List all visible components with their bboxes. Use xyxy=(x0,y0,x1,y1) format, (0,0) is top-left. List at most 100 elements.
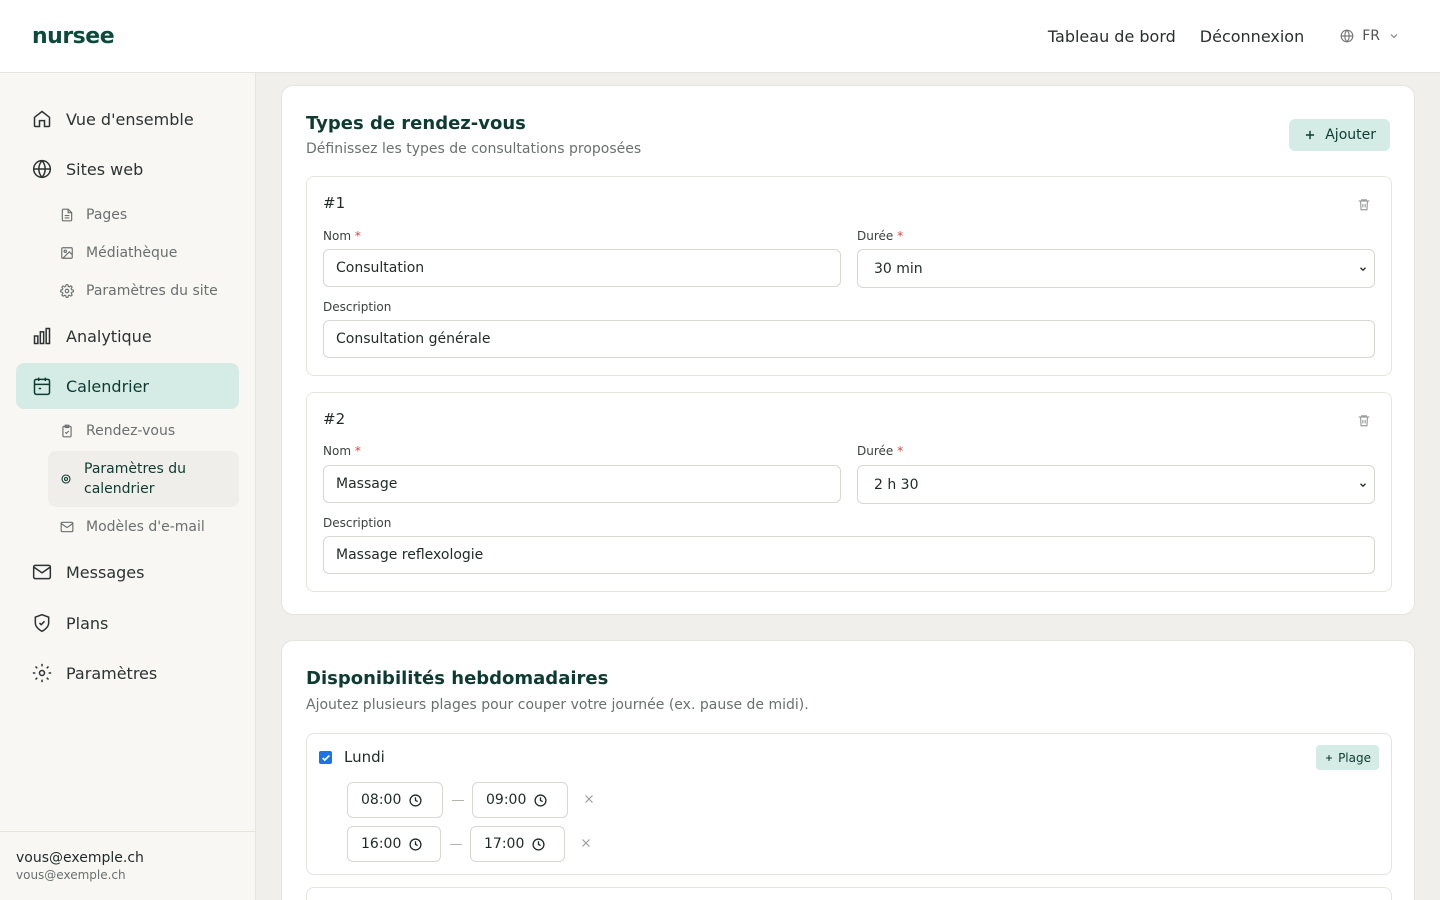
remove-slot-icon[interactable] xyxy=(583,793,595,805)
sidebar-item-label: Rendez-vous xyxy=(86,423,176,439)
slot-start-time[interactable]: 16:00 xyxy=(347,826,441,862)
time-value: 09:00 xyxy=(486,792,527,808)
availability-card: Disponibilités hebdomadaires Ajoutez plu… xyxy=(281,640,1415,900)
description-label: Description xyxy=(323,516,392,530)
image-icon xyxy=(61,247,73,259)
sidebar-item-appointments[interactable]: Rendez-vous xyxy=(48,414,239,448)
chevron-down-icon xyxy=(1390,34,1398,39)
appointment-type-item: #1 Nom * Consultation Durée * 30 min Des… xyxy=(306,176,1392,376)
logo[interactable]: nursee xyxy=(32,24,115,49)
duration-value: 30 min xyxy=(874,260,923,277)
sidebar-item-label: Messages xyxy=(66,562,145,582)
type-description-input[interactable]: Massage reflexologie xyxy=(323,536,1375,574)
appointment-types-subtitle: Définissez les types de consultations pr… xyxy=(306,141,642,157)
shield-icon xyxy=(34,613,50,633)
appointment-types-card: Types de rendez-vous Définissez les type… xyxy=(281,85,1415,615)
sidebar: Vue d'ensemble Sites web Pages Médiathèq… xyxy=(0,73,256,900)
sidebar-item-plans[interactable]: Plans xyxy=(16,600,239,646)
sidebar-item-label: Médiathèque xyxy=(86,245,178,261)
name-label: Nom * xyxy=(323,444,361,458)
type-duration-select[interactable]: 2 h 30 xyxy=(857,465,1375,504)
type-number: #2 xyxy=(323,410,346,428)
chevron-down-icon xyxy=(1360,267,1366,272)
range-separator xyxy=(450,844,462,845)
clock-icon xyxy=(532,837,545,851)
type-name-input[interactable]: Massage xyxy=(323,465,841,503)
gear-icon xyxy=(61,474,71,484)
availability-subtitle: Ajoutez plusieurs plages pour couper vot… xyxy=(306,697,809,713)
sidebar-item-media[interactable]: Médiathèque xyxy=(48,236,239,270)
add-slot-button[interactable]: Plage xyxy=(1316,745,1379,770)
name-label: Nom * xyxy=(323,229,361,243)
sidebar-item-label: Plans xyxy=(66,613,109,633)
day-checkbox[interactable] xyxy=(319,751,332,764)
add-type-label: Ajouter xyxy=(1325,127,1376,143)
sidebar-item-label: Paramètres xyxy=(66,663,158,683)
language-selector[interactable]: FR xyxy=(1340,28,1408,44)
day-row-monday: Lundi Plage 08:00 09:00 16:00 17:00 xyxy=(306,733,1392,875)
plus-icon xyxy=(1306,130,1315,140)
sidebar-item-analytics[interactable]: Analytique xyxy=(16,313,239,359)
clock-icon xyxy=(409,837,422,851)
slot-end-time[interactable]: 09:00 xyxy=(472,782,568,818)
clipboard-icon xyxy=(62,424,72,438)
time-value: 16:00 xyxy=(361,836,402,852)
sidebar-item-email-templates[interactable]: Modèles d'e-mail xyxy=(48,510,239,544)
sidebar-item-settings[interactable]: Paramètres xyxy=(16,650,239,696)
user-email: vous@exemple.ch xyxy=(16,850,144,866)
clock-icon xyxy=(409,793,422,807)
language-label: FR xyxy=(1362,28,1380,44)
clock-icon xyxy=(534,793,547,807)
type-number: #1 xyxy=(323,194,346,212)
top-bar: nursee Tableau de bord Déconnexion FR xyxy=(0,0,1440,73)
add-slot-label: Plage xyxy=(1338,750,1371,765)
sidebar-item-calendar[interactable]: Calendrier xyxy=(16,363,239,409)
slot-start-time[interactable]: 08:00 xyxy=(347,782,443,818)
sidebar-item-label: Pages xyxy=(86,207,128,223)
nav-dashboard-link[interactable]: Tableau de bord xyxy=(1048,27,1176,46)
sidebar-item-overview[interactable]: Vue d'ensemble xyxy=(16,96,239,142)
day-name: Lundi xyxy=(344,748,385,766)
sidebar-item-calendar-settings[interactable]: Paramètres du calendrier xyxy=(48,451,239,507)
description-label: Description xyxy=(323,300,392,314)
nav-logout-link[interactable]: Déconnexion xyxy=(1200,27,1304,46)
plus-icon xyxy=(1326,754,1332,761)
sidebar-item-label: Vue d'ensemble xyxy=(66,109,194,129)
bar-chart-icon xyxy=(33,327,51,345)
add-type-button[interactable]: Ajouter xyxy=(1289,119,1390,151)
sidebar-item-pages[interactable]: Pages xyxy=(48,198,239,232)
calendar-icon xyxy=(33,377,51,396)
check-icon xyxy=(321,754,330,761)
trash-icon[interactable] xyxy=(1357,413,1371,428)
duration-value: 2 h 30 xyxy=(874,476,919,493)
duration-label: Durée * xyxy=(857,444,904,458)
remove-slot-icon[interactable] xyxy=(580,837,592,849)
day-row-next xyxy=(306,887,1392,900)
gear-icon xyxy=(60,284,74,298)
type-name-input[interactable]: Consultation xyxy=(323,249,841,287)
sidebar-item-label: Paramètres du calendrier xyxy=(84,461,187,497)
user-info: vous@exemple.ch vous@exemple.ch xyxy=(0,831,255,900)
range-separator xyxy=(452,800,464,801)
top-nav: Tableau de bord Déconnexion FR xyxy=(1024,27,1408,46)
duration-label: Durée * xyxy=(857,229,904,243)
gear-icon xyxy=(32,663,52,683)
globe-icon xyxy=(32,159,52,179)
type-description-input[interactable]: Consultation générale xyxy=(323,320,1375,358)
sidebar-item-label: Analytique xyxy=(66,326,152,346)
home-icon xyxy=(33,110,51,128)
sidebar-item-label: Sites web xyxy=(66,159,144,179)
sidebar-item-websites[interactable]: Sites web xyxy=(16,146,239,192)
sidebar-item-site-settings[interactable]: Paramètres du site xyxy=(48,274,239,308)
sidebar-item-label: Modèles d'e-mail xyxy=(86,519,205,535)
sidebar-item-label: Calendrier xyxy=(66,376,150,396)
appointment-type-item: #2 Nom * Massage Durée * 2 h 30 Descript… xyxy=(306,392,1392,592)
availability-title: Disponibilités hebdomadaires xyxy=(306,668,609,689)
trash-icon[interactable] xyxy=(1357,197,1371,212)
sidebar-item-messages[interactable]: Messages xyxy=(16,549,239,595)
type-duration-select[interactable]: 30 min xyxy=(857,249,1375,288)
sidebar-item-label: Paramètres du site xyxy=(86,283,218,299)
slot-end-time[interactable]: 17:00 xyxy=(470,826,565,862)
user-email-secondary: vous@exemple.ch xyxy=(16,868,126,882)
globe-icon xyxy=(1340,29,1354,43)
